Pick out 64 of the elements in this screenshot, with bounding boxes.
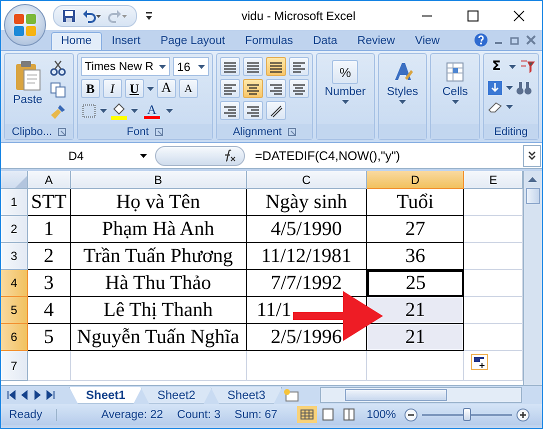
font-size-field[interactable]: 16: [173, 57, 209, 76]
row-header[interactable]: 5: [1, 297, 28, 324]
underline-button[interactable]: U: [124, 79, 144, 98]
row-header[interactable]: 7: [1, 351, 28, 381]
table-cell: Lê Thị Thanh: [70, 297, 247, 324]
table-cell: Trần Tuấn Phương: [70, 243, 247, 270]
table-cell: 3: [28, 270, 71, 297]
ribbon-tab[interactable]: Home: [51, 32, 102, 50]
ribbon-tab[interactable]: Review: [347, 32, 405, 50]
table-cell: 11/12/1981: [246, 243, 367, 270]
group-label: Editing: [494, 126, 528, 138]
ribbon-tab[interactable]: Data: [302, 32, 348, 50]
table-cell: 5: [28, 324, 71, 351]
group-label: Alignment: [232, 126, 282, 138]
table-cell: 4/5/1990: [246, 216, 367, 243]
status-text: Ready: [1, 408, 58, 420]
table-cell: Tuổi: [366, 189, 464, 216]
status-text: Sum: 67: [234, 408, 278, 420]
table-cell: 27: [366, 216, 464, 243]
table-cell: Ngày sinh: [246, 189, 367, 216]
table-cell: 1: [28, 216, 71, 243]
sheet-tab[interactable]: Sheet1: [69, 386, 142, 404]
italic-button[interactable]: I: [102, 79, 122, 98]
table-cell: 25: [366, 270, 464, 297]
row-header[interactable]: 4: [1, 270, 28, 297]
row-header[interactable]: 6: [1, 324, 28, 351]
font-color-button[interactable]: A: [140, 101, 163, 120]
ribbon-tab[interactable]: View: [405, 32, 450, 50]
group-label: Clipbo...: [12, 126, 52, 138]
table-cell: Hà Thu Thảo: [70, 270, 247, 297]
sheet-tab[interactable]: Sheet3: [210, 386, 282, 404]
paste-button[interactable]: Paste: [8, 57, 48, 121]
table-cell: Nguyễn Tuấn Nghĩa: [70, 324, 247, 351]
autosum-button[interactable]: Σ: [486, 57, 506, 76]
table-cell: Phạm Hà Anh: [70, 216, 247, 243]
column-header[interactable]: E: [464, 171, 524, 189]
column-header[interactable]: D: [366, 171, 464, 189]
table-cell: 21: [366, 297, 464, 324]
grow-font-button[interactable]: A: [156, 79, 176, 98]
shrink-font-button[interactable]: A: [178, 79, 198, 98]
status-text: Count: 3: [177, 408, 221, 420]
bold-button[interactable]: B: [80, 79, 100, 98]
font-name-field[interactable]: Times New R: [80, 57, 170, 76]
zoom-level[interactable]: 100%: [366, 408, 396, 420]
table-cell: 2: [28, 243, 71, 270]
column-header[interactable]: B: [70, 171, 247, 189]
row-header[interactable]: 1: [1, 189, 28, 216]
status-text: Average: 22: [101, 408, 164, 420]
window-title: vidu - Microsoft Excel: [240, 8, 357, 22]
name-box[interactable]: D4: [1, 146, 151, 166]
column-header[interactable]: C: [246, 171, 367, 189]
ribbon-tab[interactable]: Page Layout: [150, 32, 236, 50]
ribbon-tab[interactable]: Insert: [102, 32, 150, 50]
column-header[interactable]: A: [28, 171, 71, 189]
table-cell: Họ và Tên: [70, 189, 247, 216]
sheet-tab[interactable]: Sheet2: [140, 386, 212, 404]
formula-field[interactable]: =DATEDIF(C4,NOW(),"y"): [249, 148, 519, 162]
row-header[interactable]: 2: [1, 216, 28, 243]
row-header[interactable]: 3: [1, 243, 28, 270]
ribbon-tab[interactable]: Formulas: [235, 32, 303, 50]
table-cell: 4: [28, 297, 71, 324]
table-cell: 21: [366, 324, 464, 351]
table-cell: STT: [28, 189, 71, 216]
group-label: Font: [126, 126, 149, 138]
